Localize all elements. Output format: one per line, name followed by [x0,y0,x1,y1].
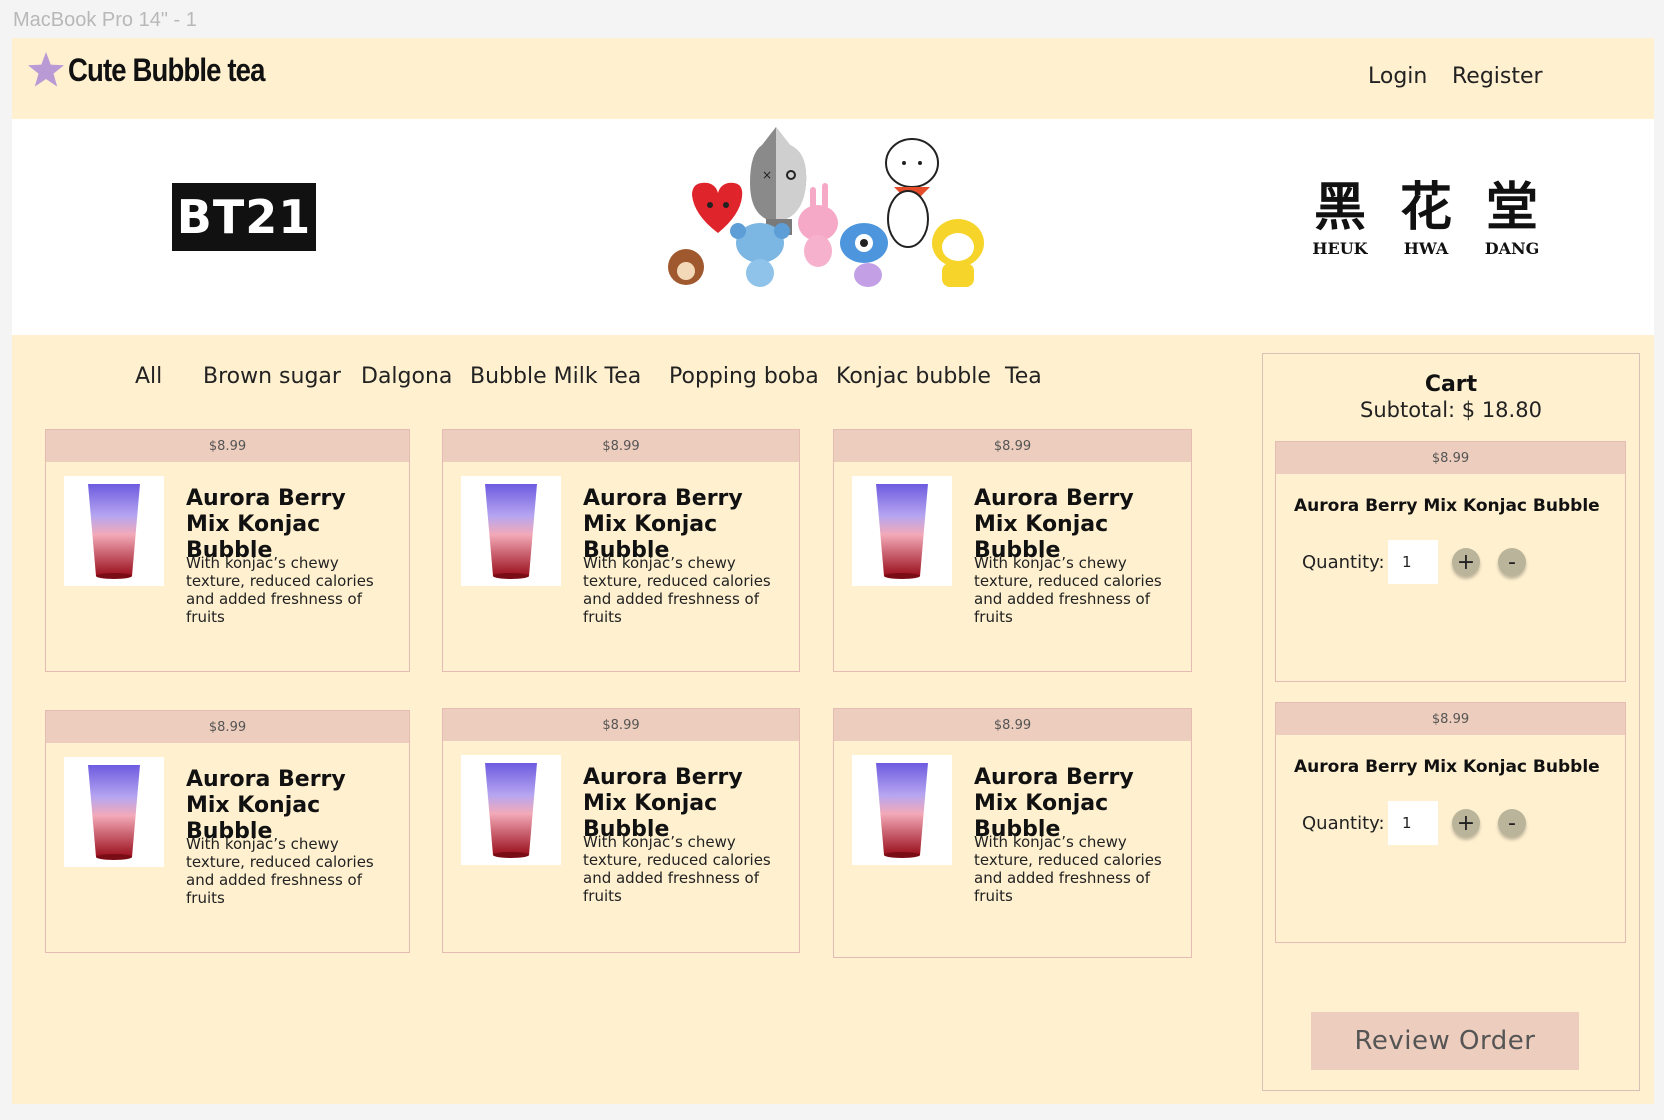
product-description: With konjac’s chewy texture, reduced cal… [583,833,771,905]
register-link[interactable]: Register [1452,64,1543,89]
category-bubble-milk-tea[interactable]: Bubble Milk Tea [470,364,641,389]
category-konjac-bubble[interactable]: Konjac bubble [836,364,991,389]
quantity-minus-button[interactable]: - [1498,548,1526,576]
product-name: Aurora Berry Mix Konjac Bubble [974,765,1134,842]
drink-image [852,755,952,865]
product-card[interactable]: $8.99 Aurora Berry Mix Konjac Bubble Wit… [442,708,800,953]
product-description: With konjac’s chewy texture, reduced cal… [974,554,1162,626]
product-description: With konjac’s chewy texture, reduced cal… [974,833,1162,905]
product-price: $8.99 [834,709,1191,741]
quantity-minus-button[interactable]: - [1498,809,1526,837]
product-description: With konjac’s chewy texture, reduced cal… [186,835,374,907]
product-card[interactable]: $8.99 Aurora Berry Mix Konjac Bubble Wit… [45,710,410,953]
top-header: Cute Bubble tea Login Register [12,38,1654,119]
product-price: $8.99 [834,430,1191,462]
drink-image [461,755,561,865]
drink-image [852,476,952,586]
characters-illustration: × [668,127,984,287]
product-card[interactable]: $8.99 Aurora Berry Mix Konjac Bubble Wit… [442,429,800,672]
product-name: Aurora Berry Mix Konjac Bubble [186,486,346,563]
heuk-hwa-dang-logo: 黑 HEUK 花 HWA 堂 DANG [1312,177,1540,259]
login-link[interactable]: Login [1368,64,1427,89]
cart-item-name: Aurora Berry Mix Konjac Bubble [1294,496,1600,516]
product-card[interactable]: $8.99 Aurora Berry Mix Konjac Bubble Wit… [45,429,410,672]
quantity-input[interactable] [1388,540,1438,584]
product-description: With konjac’s chewy texture, reduced cal… [583,554,771,626]
cart-item: $8.99 Aurora Berry Mix Konjac Bubble Qua… [1275,441,1626,682]
cart-subtotal: Subtotal: $ 18.80 [1360,398,1542,422]
cart-panel: Cart Subtotal: $ 18.80 $8.99 Aurora Berr… [1262,353,1640,1091]
quantity-plus-button[interactable]: + [1452,548,1480,576]
product-name: Aurora Berry Mix Konjac Bubble [186,767,346,844]
cart-item-price: $8.99 [1276,442,1625,474]
product-price: $8.99 [443,430,799,462]
bt21-logo: BT21 [172,183,316,251]
product-price: $8.99 [46,711,409,743]
product-card[interactable]: $8.99 Aurora Berry Mix Konjac Bubble Wit… [833,708,1192,958]
category-all[interactable]: All [135,364,162,389]
quantity-plus-button[interactable]: + [1452,809,1480,837]
category-tea[interactable]: Tea [1005,364,1042,389]
category-popping-boba[interactable]: Popping boba [669,364,819,389]
svg-text:×: × [762,168,772,182]
product-description: With konjac’s chewy texture, reduced cal… [186,554,374,626]
product-price: $8.99 [443,709,799,741]
drink-image [461,476,561,586]
product-price: $8.99 [46,430,409,462]
brand-logo[interactable]: Cute Bubble tea [26,50,297,90]
drink-image [64,476,164,586]
cart-item-name: Aurora Berry Mix Konjac Bubble [1294,757,1600,777]
cart-item: $8.99 Aurora Berry Mix Konjac Bubble Qua… [1275,702,1626,943]
product-name: Aurora Berry Mix Konjac Bubble [583,765,743,842]
quantity-input[interactable] [1388,801,1438,845]
frame-label: MacBook Pro 14" - 1 [13,9,197,31]
brand-banner: BT21 × 黑 HEUK 花 HWA 堂 DANG [12,119,1654,335]
product-name: Aurora Berry Mix Konjac Bubble [583,486,743,563]
category-brown-sugar[interactable]: Brown sugar [203,364,341,389]
category-dalgona[interactable]: Dalgona [361,364,452,389]
drink-image [64,757,164,867]
app-frame: Cute Bubble tea Login Register BT21 × 黑 … [12,38,1654,1104]
cart-title: Cart [1424,372,1478,397]
review-order-button[interactable]: Review Order [1311,1012,1579,1070]
cart-item-price: $8.99 [1276,703,1625,735]
product-card[interactable]: $8.99 Aurora Berry Mix Konjac Bubble Wit… [833,429,1192,672]
product-name: Aurora Berry Mix Konjac Bubble [974,486,1134,563]
quantity-label: Quantity: [1302,813,1385,834]
brand-name: Cute Bubble tea [68,51,265,88]
quantity-label: Quantity: [1302,552,1385,573]
star-icon [28,52,64,87]
